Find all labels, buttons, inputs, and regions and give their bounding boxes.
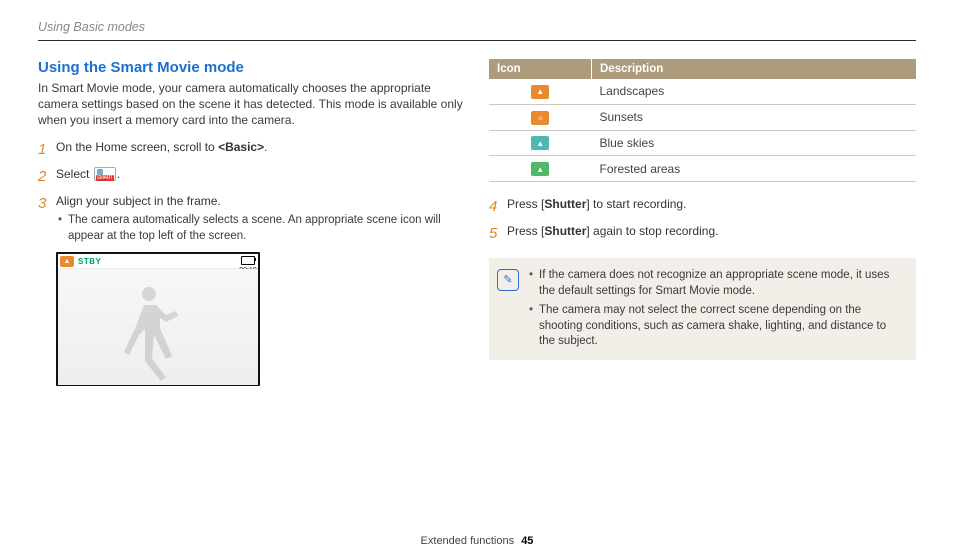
bluesky-scene-icon: ▲	[531, 136, 549, 150]
table-row: ▲ Blue skies	[489, 130, 916, 156]
table-row: ▲ Landscapes	[489, 79, 916, 104]
forest-scene-icon: ▲	[531, 162, 549, 176]
smart-movie-icon	[94, 167, 116, 181]
sunset-scene-icon: ☼	[531, 111, 549, 125]
icon-cell: ▲	[489, 156, 592, 182]
footer-page-number: 45	[521, 535, 533, 547]
desc-cell: Landscapes	[592, 79, 917, 104]
rule	[38, 40, 916, 41]
icon-description-table: Icon Description ▲ Landscapes ☼ Sunsets ▲ Blu…	[489, 59, 916, 182]
step-number: 4	[489, 196, 507, 217]
step-post: again to stop recording.	[590, 224, 719, 238]
step-text-before: Select	[56, 167, 93, 181]
step-text: On the Home screen, scroll to <Basic>.	[56, 139, 465, 156]
step-number: 3	[38, 193, 56, 214]
lead-paragraph: In Smart Movie mode, your camera automat…	[38, 80, 465, 129]
left-column: Using the Smart Movie mode In Smart Movi…	[38, 59, 465, 386]
step-text: Select .	[56, 166, 465, 183]
step-text: Press Shutter again to stop recording.	[507, 223, 916, 240]
steps-right: 4 Press Shutter to start recording. 5 Pr…	[489, 196, 916, 244]
step-number: 1	[38, 139, 56, 160]
stby-label: STBY	[78, 257, 101, 266]
note-item: If the camera does not recognize an appr…	[529, 268, 904, 299]
step-text: Align your subject in the frame. The cam…	[56, 193, 465, 245]
right-column: Icon Description ▲ Landscapes ☼ Sunsets ▲ Blu…	[489, 59, 916, 386]
icon-cell: ▲	[489, 130, 592, 156]
subject-silhouette	[116, 281, 186, 385]
page-footer: Extended functions 45	[0, 535, 954, 547]
table-header-icon: Icon	[489, 59, 592, 79]
step-text-main: Align your subject in the frame.	[56, 194, 221, 208]
step-subtext: The camera automatically selects a scene…	[56, 213, 465, 244]
note-box: ✎ If the camera does not recognize an ap…	[489, 258, 916, 360]
camera-preview: ▲ STBY 00:10 HD ▦	[56, 252, 260, 386]
steps-left: 1 On the Home screen, scroll to <Basic>.…	[38, 139, 465, 245]
step-pre: Press	[507, 224, 541, 238]
breadcrumb: Using Basic modes	[38, 20, 916, 34]
footer-section: Extended functions	[421, 535, 515, 547]
step-bold: <Basic>	[218, 140, 264, 154]
table-row: ☼ Sunsets	[489, 104, 916, 130]
step-text-before: On the Home screen, scroll to	[56, 140, 218, 154]
step-number: 2	[38, 166, 56, 187]
battery-icon	[241, 256, 255, 265]
table-row: ▲ Forested areas	[489, 156, 916, 182]
step-text-after: .	[264, 140, 267, 154]
desc-cell: Sunsets	[592, 104, 917, 130]
table-header-desc: Description	[592, 59, 917, 79]
note-icon: ✎	[497, 269, 519, 291]
landscape-scene-icon: ▲	[531, 85, 549, 99]
desc-cell: Forested areas	[592, 156, 917, 182]
step-number: 5	[489, 223, 507, 244]
step-pre: Press	[507, 197, 541, 211]
icon-cell: ▲	[489, 79, 592, 104]
note-item: The camera may not select the correct sc…	[529, 303, 904, 350]
shutter-label: Shutter	[544, 197, 586, 211]
step-post: to start recording.	[590, 197, 687, 211]
scene-icon: ▲	[60, 256, 74, 267]
step-text: Press Shutter to start recording.	[507, 196, 916, 213]
section-title: Using the Smart Movie mode	[38, 59, 465, 76]
shutter-label: Shutter	[544, 224, 586, 238]
step-text-after: .	[117, 167, 120, 181]
desc-cell: Blue skies	[592, 130, 917, 156]
icon-cell: ☼	[489, 104, 592, 130]
